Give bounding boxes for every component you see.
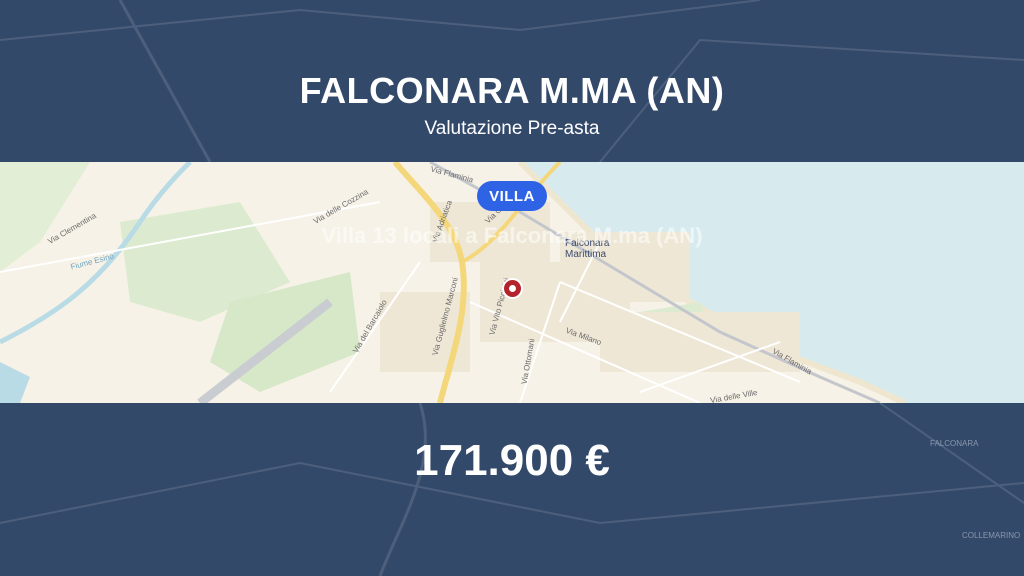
location-pin-icon[interactable] [504, 280, 521, 297]
property-type-badge: VILLA [477, 181, 547, 211]
page-subtitle: Valutazione Pre-asta [424, 118, 600, 139]
water-area [0, 362, 30, 403]
park-area [0, 162, 90, 272]
price-value: 171.900 € [414, 436, 610, 485]
footer-band: FALCONARA COLLEMARINO [0, 403, 1024, 576]
map-area-label: COLLEMARINO [962, 531, 1021, 540]
footer-map-background [0, 403, 1024, 576]
page-title: FALCONARA M.MA (AN) [299, 70, 725, 111]
listing-overlay-title: Villa 13 locali a Falconara M.ma (AN) [321, 223, 703, 248]
